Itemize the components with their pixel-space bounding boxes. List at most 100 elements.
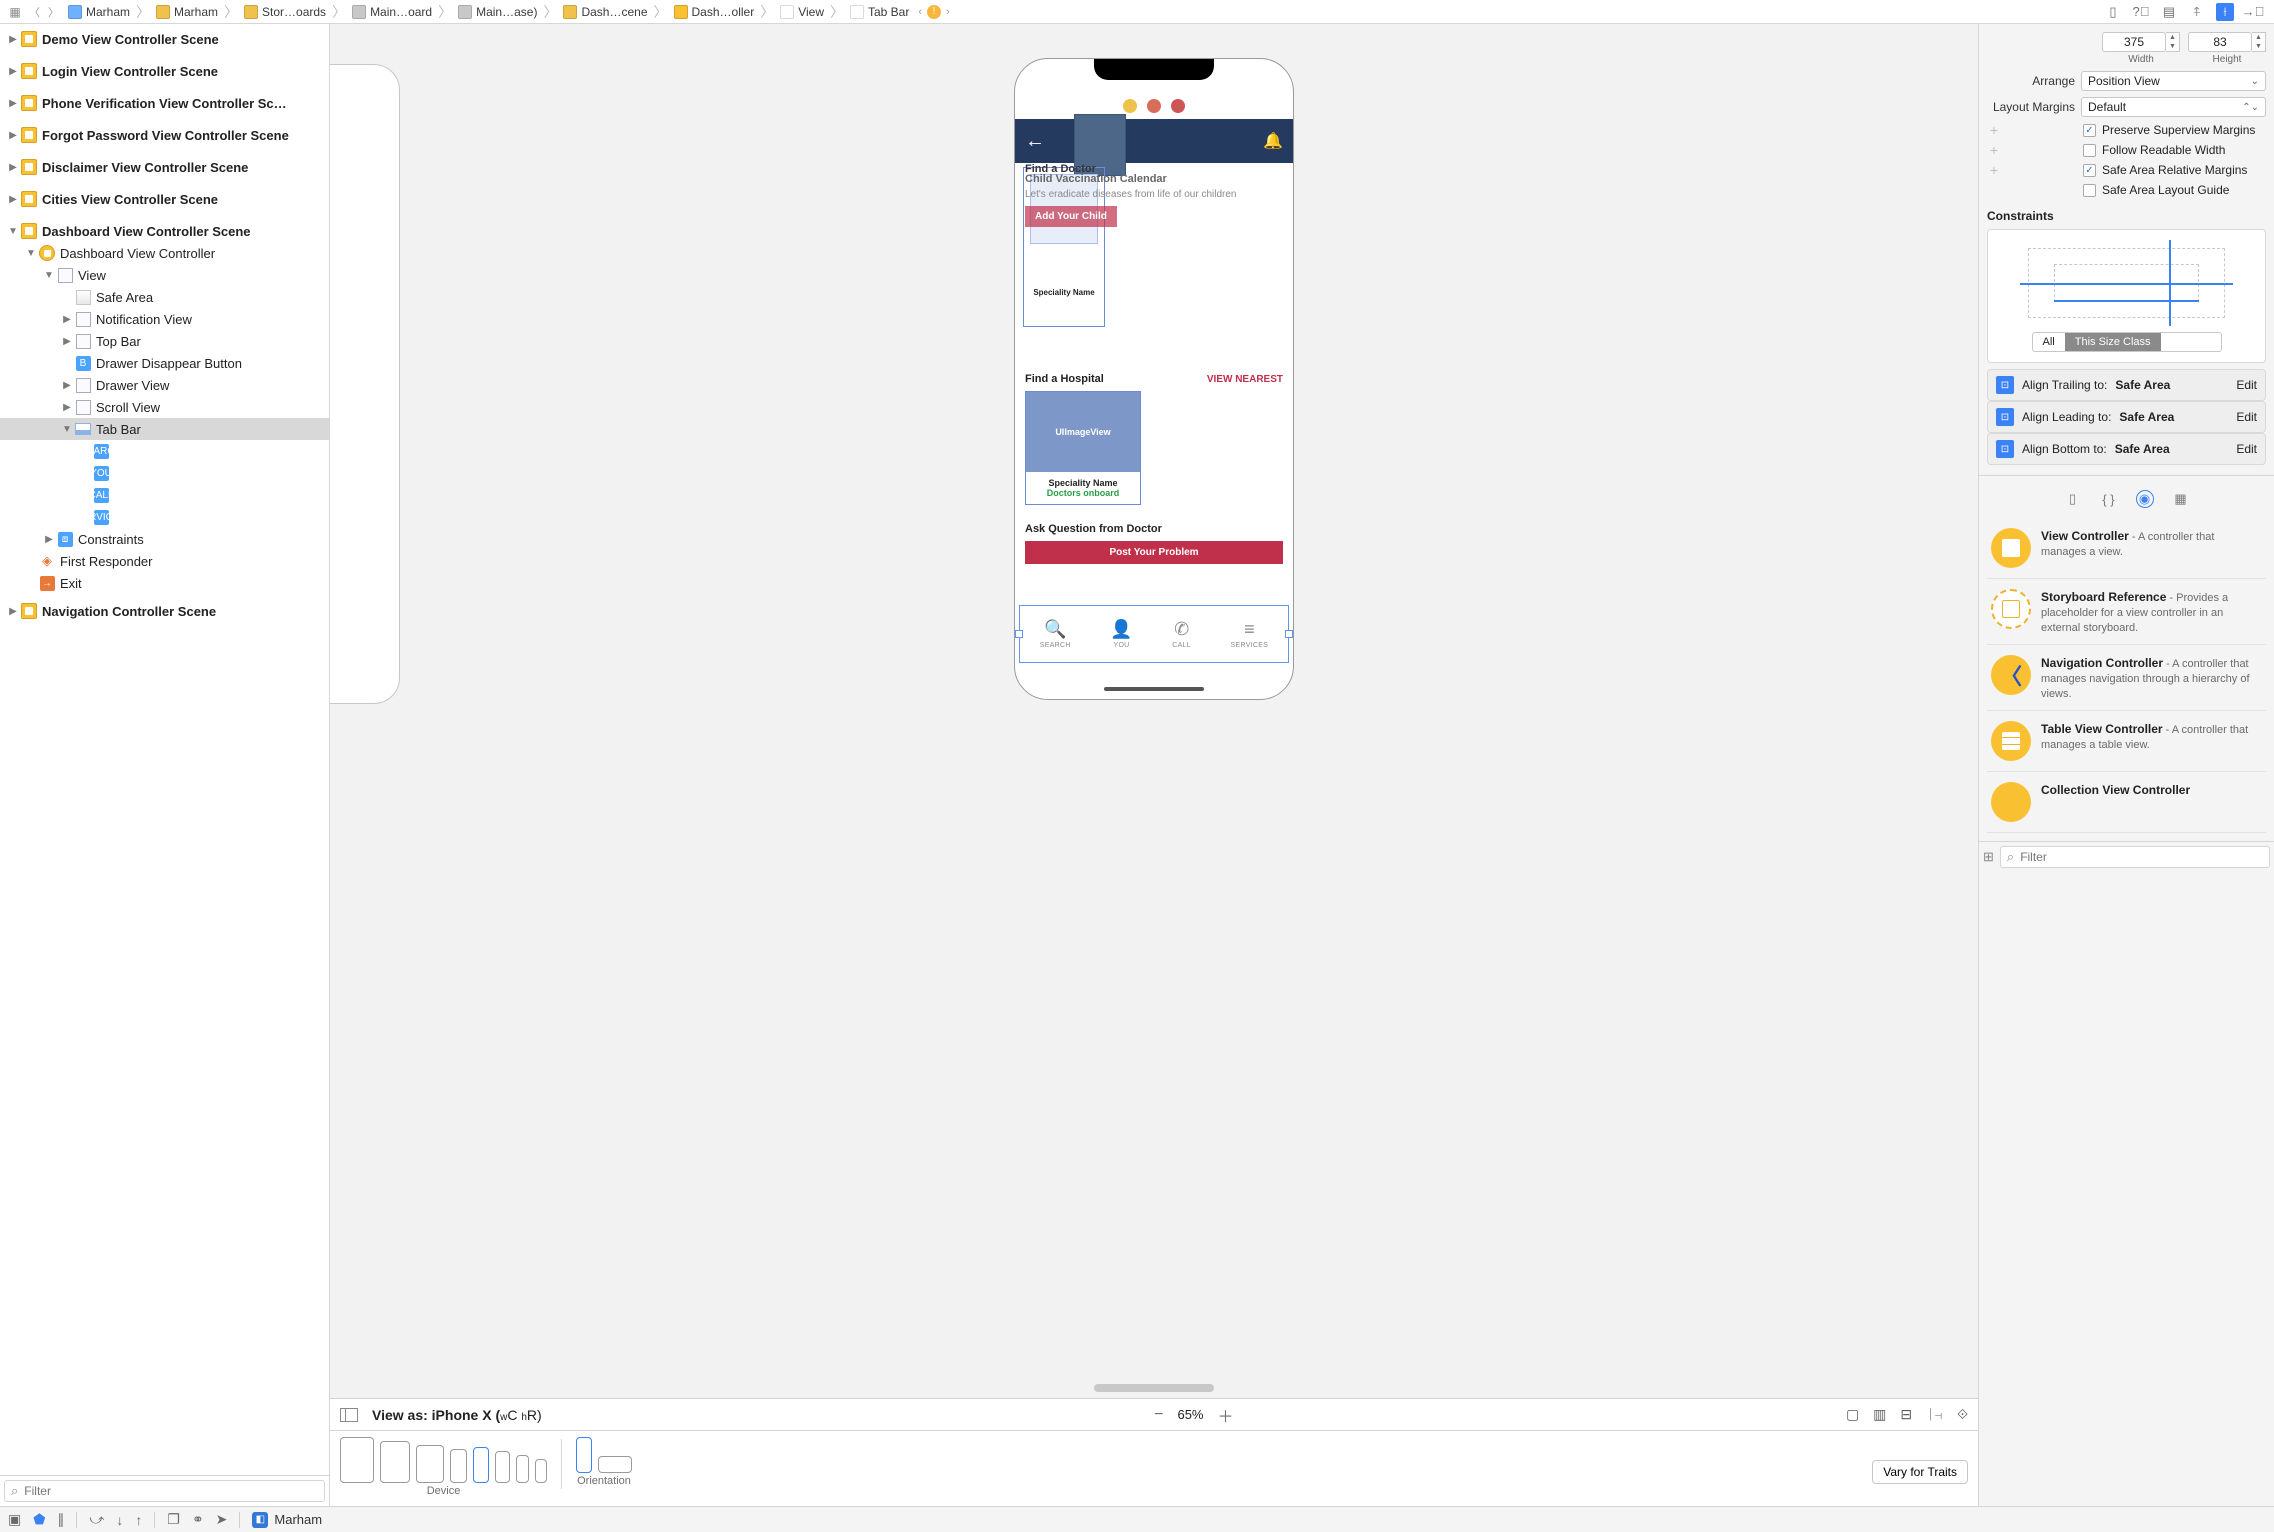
breadcrumb-item[interactable]: View [776,5,828,19]
tab-bar-selection[interactable]: 🔍SEARCH 👤YOU ✆CALL ≡SERVICES [1019,605,1289,663]
device-ipad-large[interactable] [340,1437,374,1483]
library-filter-input[interactable] [2020,850,2263,864]
follow-checkbox[interactable] [2083,144,2096,157]
step-over-icon[interactable]: ⤻ [89,1511,104,1528]
object-library-list[interactable]: View Controller - A controller that mana… [1987,518,2266,833]
hide-debug-icon[interactable]: ▣ [8,1511,21,1528]
object-library-tab-icon[interactable]: ◉ [2136,490,2154,508]
related-items-icon[interactable]: ▦ [6,3,24,21]
resize-handle-left[interactable] [1015,630,1023,638]
margins-select[interactable]: Default⌃⌄ [2081,97,2266,117]
tab-item-row[interactable]: SEARCH [0,440,329,462]
scene-row[interactable]: ▶Demo View Controller Scene [0,28,329,50]
tab-item-row[interactable]: YOU [0,462,329,484]
update-frames-icon[interactable]: ▢ [1846,1406,1859,1423]
back-arrow-icon[interactable]: ← [1025,130,1045,153]
view-row[interactable]: ▼ View [0,264,329,286]
device-iphone-x[interactable] [473,1447,489,1483]
exit-row[interactable]: Exit [0,572,329,594]
breadcrumb-item[interactable]: Dash…cene [559,5,651,19]
outline-toggle-icon[interactable] [340,1408,358,1422]
breadcrumb-item[interactable]: Main…ase) [454,5,541,19]
size-class-segment[interactable]: All This Size Class [2032,332,2222,352]
arrange-select[interactable]: Position View⌄ [2081,71,2266,91]
outline-filter-input[interactable] [24,1484,318,1498]
device-iphone-plus[interactable] [450,1449,467,1483]
drawer-view-row[interactable]: ▶ Drawer View [0,374,329,396]
scene-row-navigation[interactable]: ▶ Navigation Controller Scene [0,600,329,622]
memory-graph-icon[interactable]: ⚭ [192,1511,204,1528]
tab-item-row[interactable]: SERVICES [0,506,329,528]
breakpoints-icon[interactable]: ⬟ [33,1511,45,1528]
breadcrumb-item[interactable]: Stor…oards [240,5,330,19]
scene-row[interactable]: ▶Cities View Controller Scene [0,188,329,210]
add-child-button[interactable]: Add Your Child [1025,206,1117,227]
iphone-frame[interactable]: ← 🔔 Find a Doctor Child Vaccination Cale… [1014,58,1294,700]
resolve-icon[interactable]: ⟐ [1957,1406,1968,1423]
help-inspector-icon[interactable]: ?⃝ [2132,3,2150,21]
canvas-area[interactable]: ← 🔔 Find a Doctor Child Vaccination Cale… [330,24,1978,1398]
file-template-tab-icon[interactable]: ▯ [2064,490,2082,508]
add-option-icon[interactable]: + [1987,162,2001,178]
identity-inspector-icon[interactable]: ▤ [2160,3,2178,21]
zoom-value[interactable]: 65% [1177,1407,1203,1422]
tab-search[interactable]: 🔍SEARCH [1040,619,1071,649]
view-nearest-link[interactable]: VIEW NEAREST [1207,374,1283,385]
zoom-in-button[interactable]: ＋ [1218,1403,1234,1427]
canvas-scrollbar[interactable] [1094,1384,1214,1392]
device-ipad[interactable] [380,1441,410,1483]
media-library-tab-icon[interactable]: ▦ [2172,490,2190,508]
orientation-portrait[interactable] [576,1437,592,1473]
crumb-back-icon[interactable]: ‹ [915,6,925,18]
tab-services[interactable]: ≡SERVICES [1231,619,1269,649]
zoom-out-button[interactable]: − [1154,1406,1163,1424]
crumb-fwd-icon[interactable]: › [943,6,953,18]
project-indicator[interactable]: ◧ Marham [252,1512,322,1528]
bell-icon[interactable]: 🔔 [1263,131,1283,151]
pin-icon[interactable]: ᛁ⊣ [1926,1406,1943,1423]
post-problem-button[interactable]: Post Your Problem [1025,541,1283,564]
warning-icon[interactable]: ! [927,5,941,19]
edit-button[interactable]: Edit [2236,442,2257,456]
library-item[interactable]: Collection View Controller [1987,772,2266,833]
constraint-row[interactable]: ⊡Align Leading to: Safe AreaEdit [1987,401,2266,433]
add-option-icon[interactable]: + [1987,142,2001,158]
outline-tree[interactable]: ▶Demo View Controller Scene ▶Login View C… [0,24,329,1475]
scene-row[interactable]: ▶Login View Controller Scene [0,60,329,82]
edit-button[interactable]: Edit [2236,410,2257,424]
location-icon[interactable]: ➤ [216,1511,228,1528]
breadcrumb-item[interactable]: Main…oard [348,5,436,19]
scene-row[interactable]: ▶Disclaimer View Controller Scene [0,156,329,178]
tab-bar-row[interactable]: ▼ Tab Bar [0,418,329,440]
vary-for-traits-button[interactable]: Vary for Traits [1872,1460,1968,1484]
constraints-row[interactable]: ▶ Constraints [0,528,329,550]
width-field[interactable]: 375 [2102,32,2166,52]
breadcrumb-item[interactable]: Marham [152,5,222,19]
library-item[interactable]: Storyboard Reference - Provides a placeh… [1987,579,2266,645]
edit-button[interactable]: Edit [2236,378,2257,392]
attributes-inspector-icon[interactable]: ⍏ [2188,3,2206,21]
adjacent-scene[interactable] [330,64,400,704]
tab-you[interactable]: 👤YOU [1110,619,1132,649]
debug-view-icon[interactable]: ❐ [167,1511,180,1528]
step-into-icon[interactable]: ↓ [116,1512,123,1528]
constraint-row[interactable]: ⊡Align Trailing to: Safe AreaEdit [1987,369,2266,401]
hospital-card[interactable]: UIImageView Speciality Name Doctors onbo… [1025,391,1141,505]
seg-this[interactable]: This Size Class [2065,333,2161,351]
breadcrumb-item[interactable]: Tab Bar [846,5,913,19]
vc-row-dashboard[interactable]: ▼ Dashboard View Controller [0,242,329,264]
add-option-icon[interactable]: + [1987,122,2001,138]
library-filter[interactable]: ⌕ [2000,846,2270,868]
tab-item-row[interactable]: CALL [0,484,329,506]
preserve-checkbox[interactable]: ✓ [2083,124,2096,137]
orientation-landscape[interactable] [598,1456,632,1473]
nav-back-icon[interactable]: 〈 [26,4,43,20]
constraints-diagram[interactable] [2020,240,2233,326]
device-iphone-4s[interactable] [535,1459,547,1483]
height-stepper[interactable]: ▲▼ [2252,32,2266,52]
safe-area-row[interactable]: Safe Area [0,286,329,308]
height-field[interactable]: 83 [2188,32,2252,52]
scene-row-dashboard[interactable]: ▼ Dashboard View Controller Scene [0,220,329,242]
library-item[interactable]: Table View Controller - A controller tha… [1987,711,2266,772]
resize-handle-right[interactable] [1285,630,1293,638]
